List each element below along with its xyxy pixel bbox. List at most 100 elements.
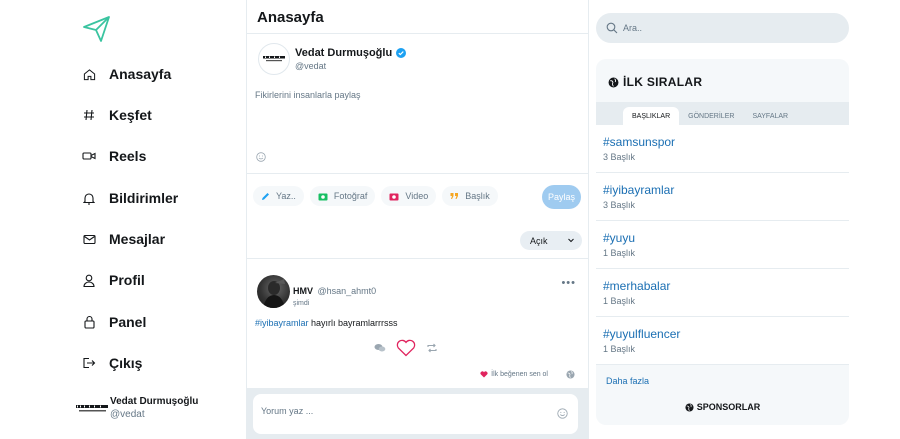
comment-icon[interactable] [374, 343, 386, 353]
app: Anasayfa Keşfet Reels Bildirimler Mesajl… [0, 0, 900, 439]
small-heart-icon [480, 371, 488, 378]
globe-icon [608, 77, 619, 87]
tab-basliklar[interactable]: BAŞLIKLAR [623, 107, 680, 125]
divider [247, 173, 588, 174]
trend-tag: #merhabalar [603, 279, 671, 293]
nav-label: Bildirimler [109, 190, 179, 206]
emoji-icon[interactable] [256, 152, 266, 162]
visibility-select[interactable]: Açık [520, 231, 582, 250]
avatar [76, 400, 110, 416]
repost-icon[interactable] [426, 343, 438, 353]
photo-chip[interactable]: Fotoğraf [309, 186, 376, 206]
compose-user-handle: @vedat [295, 61, 327, 71]
nav-item-reels[interactable]: Reels [82, 144, 146, 168]
globe-icon [566, 370, 575, 379]
nav-item-anasayfa[interactable]: Anasayfa [82, 62, 171, 86]
trends-panel: İLK SIRALAR BAŞLIKLAR GÖNDERİLER SAYFALA… [596, 59, 849, 425]
comment-bar: Yorum yaz ... [247, 388, 588, 439]
likes-summary: İlk beğenen sen ol [480, 371, 548, 378]
trend-tag: #yuyulfluencer [603, 327, 681, 341]
chevron-down-icon [568, 238, 574, 243]
video-chip[interactable]: Video [381, 186, 437, 206]
trend-tag: #yuyu [603, 231, 636, 245]
home-icon [82, 67, 96, 81]
search-input[interactable]: Ara.. [596, 13, 849, 43]
bell-icon [82, 191, 96, 205]
tab-gonderiler[interactable]: GÖNDERİLER [679, 107, 743, 125]
nav-label: Anasayfa [109, 66, 172, 82]
search-placeholder: Ara.. [623, 23, 643, 33]
show-more-link[interactable]: Daha fazla [606, 376, 649, 386]
emoji-icon[interactable] [557, 408, 568, 419]
sponsors-heading: SPONSORLAR [596, 402, 849, 412]
like-heart-icon[interactable] [396, 339, 416, 357]
trend-count: 1 Başlık [603, 344, 636, 354]
photo-icon [318, 193, 328, 200]
trend-item[interactable]: #yuyulfluencer 1 Başlık [596, 317, 849, 365]
paper-plane-logo-icon[interactable] [82, 14, 112, 44]
main-feed: Anasayfa Vedat Durmuşoğlu @vedat Fikirle… [246, 0, 589, 439]
trends-title-text: İLK SIRALAR [623, 75, 703, 89]
visibility-value: Açık [530, 235, 548, 246]
chip-label: Fotoğraf [333, 191, 368, 201]
write-chip[interactable]: Yaz.. [253, 186, 304, 206]
divider [247, 33, 588, 34]
avatar [258, 43, 290, 75]
post-avatar[interactable] [257, 275, 290, 308]
quote-icon [450, 193, 459, 199]
compose-textarea[interactable]: Fikirlerini insanlarla paylaş [255, 90, 575, 100]
post-text: #iyibayramlar hayırlı bayramlarrrsss [255, 318, 398, 328]
trend-count: 3 Başlık [603, 200, 636, 210]
tab-sayfalar[interactable]: SAYFALAR [743, 107, 797, 125]
more-options-icon[interactable]: ••• [561, 277, 576, 289]
nav-item-bildirimler[interactable]: Bildirimler [82, 186, 178, 210]
trend-tabs: BAŞLIKLAR GÖNDERİLER SAYFALAR [596, 102, 849, 125]
video-camera-icon [82, 149, 96, 163]
nav-label: Mesajlar [109, 231, 166, 247]
nav-label: Keşfet [109, 107, 152, 123]
trend-count: 1 Başlık [603, 296, 636, 306]
divider [247, 258, 588, 266]
post-author-handle: @hsan_ahmt0 [317, 286, 377, 296]
trend-tag: #samsunspor [603, 135, 676, 149]
left-sidebar: Anasayfa Keşfet Reels Bildirimler Mesajl… [0, 0, 246, 439]
logout-icon [82, 356, 96, 370]
trend-item[interactable]: #samsunspor 3 Başlık [596, 125, 849, 173]
trend-tag: #iyibayramlar [603, 183, 675, 197]
title-chip[interactable]: Başlık [442, 186, 498, 206]
trend-item[interactable]: #yuyu 1 Başlık [596, 221, 849, 269]
nav-item-profil[interactable]: Profil [82, 268, 145, 292]
trend-item[interactable]: #iyibayramlar 3 Başlık [596, 173, 849, 221]
nav-item-panel[interactable]: Panel [82, 310, 146, 334]
post-hashtag[interactable]: #iyibayramlar [255, 318, 309, 328]
right-sidebar: Ara.. İLK SIRALAR BAŞLIKLAR GÖNDERİLER S… [589, 0, 900, 439]
trends-title: İLK SIRALAR [608, 75, 702, 89]
verified-badge-icon [396, 48, 407, 58]
current-user-name: Vedat Durmuşoğlu [110, 396, 199, 407]
share-button[interactable]: Paylaş [542, 185, 581, 209]
current-user[interactable]: Vedat Durmuşoğlu @vedat [76, 396, 198, 422]
nav-label: Panel [109, 314, 147, 330]
mail-icon [82, 232, 96, 246]
comment-input[interactable]: Yorum yaz ... [253, 394, 578, 434]
post-meta: HMV @hsan_ahmt0 şimdi [293, 281, 376, 307]
nav-item-mesajlar[interactable]: Mesajlar [82, 227, 165, 251]
nav-item-kesfet[interactable]: Keşfet [82, 103, 152, 127]
chip-label: Yaz.. [276, 191, 296, 201]
hashtag-icon [82, 108, 96, 122]
likes-text: İlk beğenen sen ol [491, 371, 548, 378]
globe-icon [685, 402, 694, 412]
post-time: şimdi [293, 300, 310, 307]
pencil-icon [262, 192, 269, 200]
current-user-handle: @vedat [110, 409, 145, 420]
post-text-body: hayırlı bayramlarrrsss [308, 318, 398, 328]
post-author-name[interactable]: HMV [293, 286, 313, 296]
nav-item-cikis[interactable]: Çıkış [82, 351, 142, 375]
nav-label: Çıkış [109, 355, 143, 371]
lock-icon [82, 315, 96, 329]
trend-item[interactable]: #merhabalar 1 Başlık [596, 269, 849, 317]
compose-user-name: Vedat Durmuşoğlu [295, 47, 393, 59]
comment-placeholder: Yorum yaz ... [261, 406, 314, 416]
compose-user: Vedat Durmuşoğlu @vedat [258, 43, 407, 75]
sponsors-text: SPONSORLAR [696, 402, 761, 412]
